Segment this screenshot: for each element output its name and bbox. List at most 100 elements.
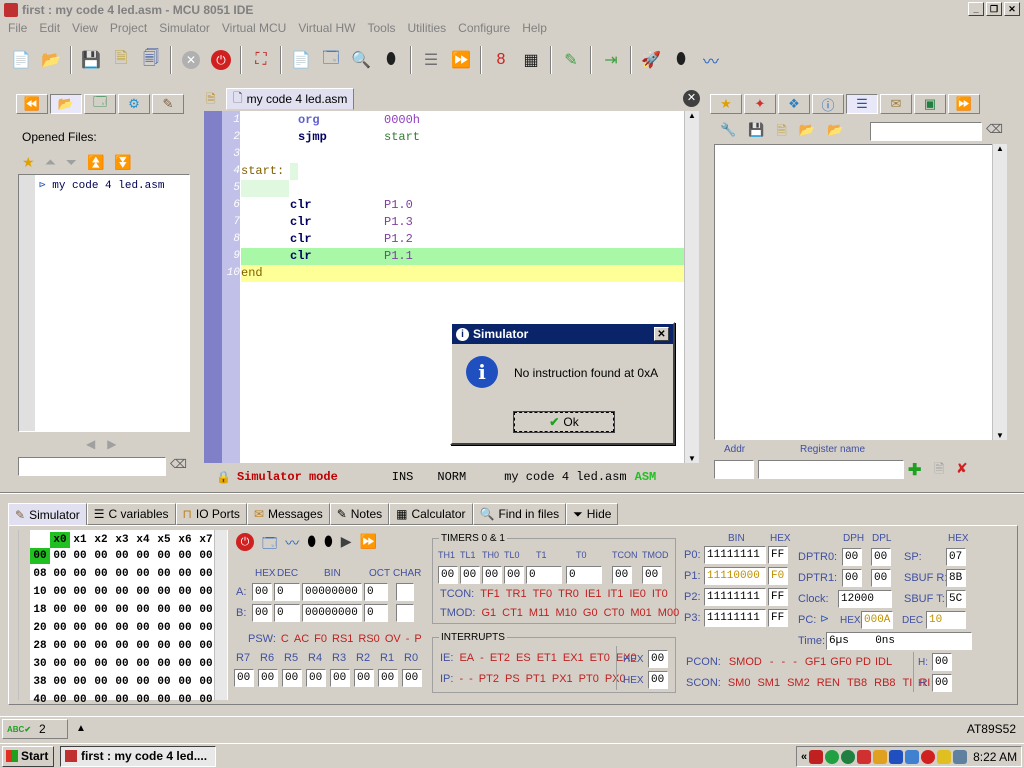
files-filter-input[interactable] — [18, 457, 166, 476]
sbuf-t-value[interactable]: 5C — [946, 590, 966, 608]
memory-cell[interactable]: 00 — [154, 638, 174, 654]
memory-cell[interactable]: 00 — [175, 692, 195, 708]
ie-bit[interactable]: ET2 — [490, 652, 510, 664]
memory-cell[interactable]: 00 — [154, 656, 174, 672]
bookmark-icon[interactable]: ★ — [710, 94, 742, 114]
tcon-bit[interactable]: TF0 — [533, 588, 553, 600]
memory-cell[interactable]: 00 — [175, 674, 195, 690]
register-list[interactable] — [714, 144, 998, 440]
settings-tab-icon[interactable]: ⚙ — [118, 94, 150, 114]
memory-cell[interactable]: 00 — [133, 638, 153, 654]
star-icon[interactable]: ★ — [22, 154, 35, 171]
memory-cell[interactable]: 00 — [133, 584, 153, 600]
sp-value[interactable]: 07 — [946, 548, 966, 566]
scon-bit[interactable]: TB8 — [847, 677, 867, 689]
timer-value[interactable]: 0 — [566, 566, 602, 584]
run-icon[interactable]: ⏩ — [448, 47, 474, 73]
memory-cell[interactable]: 00 — [154, 620, 174, 636]
tcon-bit[interactable]: IT0 — [652, 588, 668, 600]
minimize-button[interactable]: _ — [968, 2, 984, 16]
ip-bit[interactable]: PT0 — [579, 673, 599, 685]
timer-value[interactable]: 00 — [482, 566, 502, 584]
move-up-icon[interactable]: ⏶ — [45, 154, 56, 171]
reset-icon[interactable]: 🗔 — [262, 533, 277, 557]
pdf-tray-icon[interactable] — [809, 749, 824, 764]
reg-b-hex[interactable]: 00 — [252, 604, 272, 622]
scon-value[interactable]: 00 — [932, 674, 952, 692]
clock-input[interactable]: 12000 — [838, 590, 892, 608]
memory-cell[interactable]: 00 — [91, 584, 111, 600]
memory-cell[interactable]: 00 — [70, 602, 90, 618]
register-name-input[interactable] — [758, 460, 904, 479]
reg-a-hex[interactable]: 00 — [252, 583, 272, 601]
psw-bit[interactable]: AC — [294, 633, 309, 645]
ip-bit[interactable]: PS — [505, 673, 520, 685]
menu-view[interactable]: View — [66, 21, 104, 35]
memory-cell[interactable]: 00 — [91, 548, 111, 564]
menu-tools[interactable]: Tools — [361, 21, 401, 35]
animate-icon[interactable]: 〰 — [698, 47, 724, 73]
clear-filter-icon[interactable]: ⌫ — [170, 457, 187, 471]
seven-segment-icon[interactable]: 8 — [488, 47, 514, 73]
hardware-tab-icon[interactable]: ▣ — [914, 94, 946, 114]
tcon-bit[interactable]: IE0 — [629, 588, 646, 600]
dptr1-high[interactable]: 00 — [842, 569, 862, 587]
memory-cell[interactable]: 00 — [70, 566, 90, 582]
breakpoint-icon[interactable]: ✦ — [744, 94, 776, 114]
memory-cell[interactable]: 00 — [112, 620, 132, 636]
memory-cell[interactable]: 00 — [50, 584, 70, 600]
scon-bit[interactable]: SM0 — [728, 677, 751, 689]
pc-hex-value[interactable]: 000A — [861, 611, 893, 629]
dptr0-low[interactable]: 00 — [871, 548, 891, 566]
memory-cell[interactable]: 00 — [91, 602, 111, 618]
register-list-tab-icon[interactable]: ☰ — [846, 94, 878, 114]
list-icon[interactable]: ☰ — [418, 47, 444, 73]
r-register-value[interactable]: 00 — [306, 669, 326, 687]
tmod-bit[interactable]: G1 — [481, 607, 496, 619]
ip-bit[interactable]: - — [459, 673, 463, 685]
memory-cell[interactable]: 00 — [133, 548, 153, 564]
menu-edit[interactable]: Edit — [33, 21, 66, 35]
tab-notes[interactable]: ✎ Notes — [329, 503, 390, 525]
r-register-value[interactable]: 00 — [330, 669, 350, 687]
fullscreen-icon[interactable]: ⛶ — [248, 47, 274, 73]
port-hex[interactable]: FF — [768, 546, 788, 564]
memory-cell[interactable]: 00 — [70, 548, 90, 564]
menu-virtual-mcu[interactable]: Virtual MCU — [216, 21, 292, 35]
save-icon[interactable]: 💾 — [748, 122, 764, 144]
r-register-value[interactable]: 00 — [354, 669, 374, 687]
port-bin[interactable]: 11110000 — [704, 567, 766, 585]
memory-cell[interactable]: 00 — [133, 656, 153, 672]
project-tab-icon[interactable]: 🗔 — [84, 94, 116, 114]
tab-io-ports[interactable]: ⊓ IO Ports — [175, 503, 247, 525]
find-icon[interactable]: 🔍 — [348, 47, 374, 73]
dialog-close-button[interactable]: ✕ — [654, 327, 669, 341]
memory-cell[interactable]: 00 — [70, 584, 90, 600]
tray-expand-icon[interactable]: « — [801, 751, 807, 763]
memory-cell[interactable]: 00 — [50, 692, 70, 708]
psw-bit[interactable]: F0 — [314, 633, 327, 645]
prev-icon[interactable]: ◀ — [86, 437, 95, 451]
tab-messages[interactable]: ✉ Messages — [246, 503, 330, 525]
led-matrix-icon[interactable]: ▦ — [518, 47, 544, 73]
tab-calculator[interactable]: ▦ Calculator — [389, 503, 473, 525]
move-down-icon[interactable]: ⏷ — [66, 154, 77, 171]
save-all-icon[interactable]: 🗐 — [138, 47, 164, 73]
reg-b-dec[interactable]: 0 — [274, 604, 300, 622]
menu-utilities[interactable]: Utilities — [401, 21, 452, 35]
memory-cell[interactable]: 00 — [133, 602, 153, 618]
memory-scrollbar-left[interactable] — [18, 530, 30, 700]
tmod-bit[interactable]: CT1 — [502, 607, 523, 619]
lock-icon[interactable]: 🔒 — [216, 470, 231, 485]
menu-simulator[interactable]: Simulator — [153, 21, 216, 35]
memory-cell[interactable]: 00 — [50, 656, 70, 672]
reg-a-bin[interactable]: 00000000 — [302, 583, 362, 601]
tmod-bit[interactable]: M01 — [630, 607, 651, 619]
antivirus-tray-icon[interactable] — [921, 749, 936, 764]
info-tab-icon[interactable]: ⓘ — [812, 94, 844, 114]
move-top-icon[interactable]: ⏫ — [87, 154, 104, 171]
spell-check-indicator[interactable]: ABC✔ 2 — [2, 719, 68, 739]
pcon-bit[interactable]: - — [782, 656, 786, 668]
menu-file[interactable]: File — [2, 21, 33, 35]
memory-cell[interactable]: 00 — [112, 638, 132, 654]
